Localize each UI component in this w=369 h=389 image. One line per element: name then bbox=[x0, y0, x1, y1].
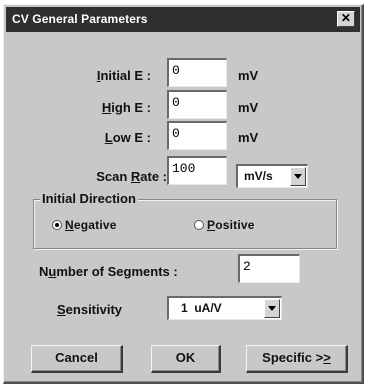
initial-direction-group: Initial Direction Negative Positive bbox=[33, 191, 337, 249]
positive-radio-label: Positive bbox=[207, 218, 255, 232]
low-e-label: Low E : bbox=[104, 130, 151, 145]
sensitivity-value: 1 uA/V bbox=[181, 301, 222, 315]
close-icon: ✕ bbox=[340, 11, 352, 25]
initial-e-unit: mV bbox=[238, 68, 259, 83]
high-e-input[interactable]: 0 bbox=[167, 90, 227, 119]
scan-rate-input[interactable]: 100 bbox=[167, 156, 227, 185]
high-e-unit: mV bbox=[238, 100, 259, 115]
title-bar[interactable]: CV General Parameters ✕ bbox=[6, 7, 360, 32]
scan-rate-label: Scan Rate : bbox=[96, 169, 167, 184]
radio-unchecked-icon[interactable] bbox=[194, 220, 204, 230]
sensitivity-select[interactable]: 1 uA/V bbox=[167, 296, 282, 320]
radio-checked-icon[interactable] bbox=[52, 220, 62, 230]
cancel-button[interactable]: Cancel bbox=[31, 345, 123, 373]
chevron-down-icon[interactable] bbox=[264, 299, 280, 318]
negative-radio-label: Negative bbox=[65, 218, 117, 232]
positive-radio[interactable]: Positive bbox=[194, 218, 255, 232]
negative-radio[interactable]: Negative bbox=[52, 218, 117, 232]
scan-rate-unit-value: mV/s bbox=[244, 169, 273, 183]
low-e-input[interactable]: 0 bbox=[167, 121, 227, 150]
initial-e-input[interactable]: 0 bbox=[167, 58, 227, 87]
high-e-label: High E : bbox=[101, 100, 151, 115]
ok-button[interactable]: OK bbox=[151, 345, 221, 373]
scan-rate-unit-select[interactable]: mV/s bbox=[236, 164, 308, 188]
initial-e-label: Initial E : bbox=[96, 68, 151, 83]
sensitivity-label: Sensitivity bbox=[57, 302, 123, 317]
segments-label: Number of Segments : bbox=[39, 264, 178, 279]
low-e-unit: mV bbox=[238, 130, 259, 145]
close-button[interactable]: ✕ bbox=[337, 11, 355, 27]
chevron-down-icon[interactable] bbox=[290, 167, 306, 186]
specific-button[interactable]: Specific >> bbox=[246, 345, 348, 373]
segments-input[interactable]: 2 bbox=[238, 254, 300, 283]
initial-direction-title: Initial Direction bbox=[40, 191, 138, 206]
cv-general-parameters-dialog: CV General Parameters ✕ Initial E : 0 mV… bbox=[3, 4, 364, 384]
window-title: CV General Parameters bbox=[12, 12, 148, 26]
